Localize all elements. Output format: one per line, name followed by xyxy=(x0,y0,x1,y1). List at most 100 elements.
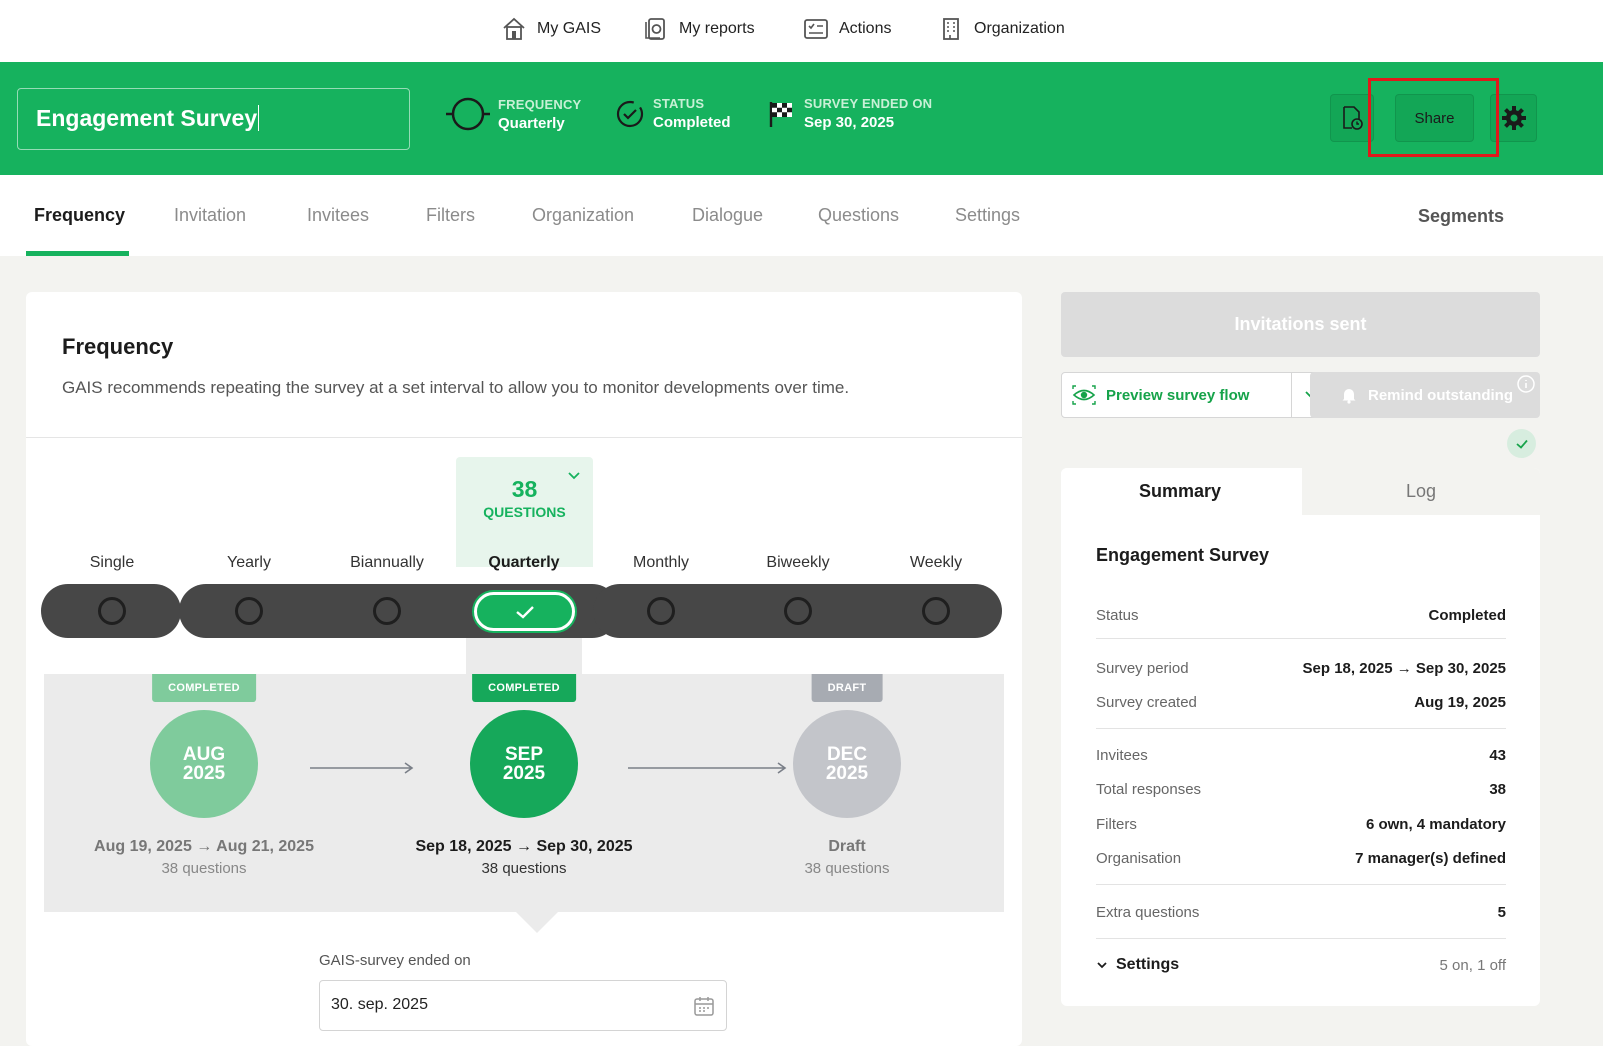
status-meta: STATUS Completed xyxy=(615,96,731,131)
row-value: Sep 18, 2025 → Sep 30, 2025 xyxy=(1302,660,1506,677)
period-questions: 38 questions xyxy=(481,860,567,877)
status-label: STATUS xyxy=(653,96,705,111)
tab-organization[interactable]: Organization xyxy=(532,205,634,226)
summary-title: Engagement Survey xyxy=(1096,545,1270,565)
period-year: 2025 xyxy=(502,763,546,784)
building-icon xyxy=(943,18,959,40)
tab-filters[interactable]: Filters xyxy=(426,205,475,226)
radio-weekly[interactable] xyxy=(922,597,950,625)
ended-date-input[interactable]: 30. sep. 2025 xyxy=(319,980,727,1031)
row-value: 43 xyxy=(1489,747,1506,764)
survey-title-input[interactable]: Engagement Survey xyxy=(17,88,410,150)
remind-outstanding-button[interactable]: Remind outstanding xyxy=(1310,372,1540,418)
summary-settings-toggle[interactable]: Settings 5 on, 1 off xyxy=(1096,956,1506,974)
frequency-icon xyxy=(446,97,490,131)
home-icon xyxy=(503,17,525,40)
period-questions: 38 questions xyxy=(161,860,247,877)
frequency-option-quarterly: Quarterly xyxy=(488,554,560,571)
tab-frequency[interactable]: Frequency xyxy=(34,205,125,226)
nav-my-reports[interactable]: My reports xyxy=(643,14,755,44)
tab-dialogue[interactable]: Dialogue xyxy=(692,205,763,226)
status-badge: COMPLETED xyxy=(152,674,256,702)
period-circle-aug[interactable]: AUG 2025 xyxy=(150,710,258,818)
summary-row-organisation: Organisation 7 manager(s) defined xyxy=(1096,850,1506,867)
radio-yearly[interactable] xyxy=(235,597,263,625)
status-check-icon xyxy=(616,100,644,127)
frequency-option-biweekly: Biweekly xyxy=(766,554,830,571)
question-count-label: QUESTIONS xyxy=(483,504,566,520)
divider xyxy=(1096,884,1506,885)
divider xyxy=(1096,728,1506,729)
segments-button[interactable]: Segments xyxy=(1418,206,1504,227)
summary-row-status: Status Completed xyxy=(1096,607,1506,624)
period-range: Sep 18, 2025 → Sep 30, 2025 xyxy=(415,838,633,855)
summary-row-created: Survey created Aug 19, 2025 xyxy=(1096,694,1506,711)
nav-label: Organization xyxy=(974,20,1065,37)
summary-row-invitees: Invitees 43 xyxy=(1096,747,1506,764)
tab-summary[interactable]: Summary xyxy=(1061,468,1299,515)
radio-biannually[interactable] xyxy=(373,597,401,625)
invitations-sent-button[interactable]: Invitations sent xyxy=(1061,292,1540,357)
row-value: 6 own, 4 mandatory xyxy=(1365,816,1506,833)
frequency-option-single: Single xyxy=(89,554,135,571)
frequency-option-biannually: Biannually xyxy=(350,554,424,571)
question-count-box[interactable]: 38 QUESTIONS xyxy=(456,457,593,567)
actions-icon xyxy=(804,19,828,39)
preview-survey-flow-button[interactable]: Preview survey flow xyxy=(1061,372,1292,418)
survey-title-value: Engagement Survey xyxy=(36,105,258,131)
frequency-card: Frequency GAIS recommends repeating the … xyxy=(26,292,1022,1046)
frequency-option-monthly: Monthly xyxy=(632,554,690,571)
timeline-pointer xyxy=(515,911,559,933)
radio-quarterly-selected[interactable] xyxy=(474,592,575,631)
nav-label: My reports xyxy=(679,20,755,37)
ended-date-value: 30. sep. 2025 xyxy=(331,996,428,1013)
settings-label: Settings xyxy=(1116,956,1180,973)
chevron-down-icon xyxy=(568,472,580,480)
radio-single[interactable] xyxy=(98,597,126,625)
info-icon[interactable] xyxy=(1516,374,1536,394)
survey-header: Engagement Survey FREQUENCY Quarterly ST… xyxy=(0,62,1603,175)
row-key: Organisation xyxy=(1096,850,1182,867)
frequency-option-yearly: Yearly xyxy=(227,554,271,571)
radio-biweekly[interactable] xyxy=(784,597,812,625)
period-circle-sep[interactable]: SEP 2025 xyxy=(470,710,578,818)
ended-value: Sep 30, 2025 xyxy=(804,114,895,131)
radio-monthly[interactable] xyxy=(647,597,675,625)
period-circle-dec[interactable]: DEC 2025 xyxy=(793,710,901,818)
arrow-right-icon xyxy=(628,762,787,774)
tab-questions[interactable]: Questions xyxy=(818,205,899,226)
tab-invitation[interactable]: Invitation xyxy=(174,205,246,226)
arrow-right-icon xyxy=(310,762,414,774)
row-key: Extra questions xyxy=(1096,904,1200,921)
row-value: Completed xyxy=(1428,607,1506,624)
eye-icon xyxy=(1072,385,1096,405)
status-badge: DRAFT xyxy=(811,674,883,702)
status-badge: COMPLETED xyxy=(472,674,576,702)
tab-invitees[interactable]: Invitees xyxy=(307,205,369,226)
calendar-icon[interactable] xyxy=(693,995,715,1017)
frequency-option-weekly: Weekly xyxy=(909,554,963,571)
highlight-box xyxy=(1368,78,1499,157)
row-key: Survey period xyxy=(1096,660,1189,677)
reports-icon xyxy=(645,18,665,40)
tab-settings[interactable]: Settings xyxy=(955,205,1020,226)
summary-card: Summary Log Engagement Survey Status Com… xyxy=(1061,468,1540,1006)
nav-actions[interactable]: Actions xyxy=(803,14,891,44)
nav-organization[interactable]: Organization xyxy=(938,14,1065,44)
tab-log[interactable]: Log xyxy=(1302,468,1540,515)
period-range: Draft xyxy=(828,838,866,855)
nav-my-gais[interactable]: My GAIS xyxy=(501,14,601,44)
ended-label: SURVEY ENDED ON xyxy=(804,96,933,111)
divider xyxy=(26,437,1022,438)
summary-row-period: Survey period Sep 18, 2025 → Sep 30, 202… xyxy=(1096,660,1506,677)
period-month: SEP xyxy=(504,744,544,765)
bell-icon xyxy=(1342,389,1356,404)
frequency-meta: FREQUENCY Quarterly xyxy=(446,96,581,132)
nav-label: Actions xyxy=(839,20,892,37)
summary-row-filters: Filters 6 own, 4 mandatory xyxy=(1096,816,1506,833)
row-value: Aug 19, 2025 xyxy=(1414,694,1506,711)
period-month: DEC xyxy=(826,744,868,765)
summary-row-extra-questions: Extra questions 5 xyxy=(1096,904,1506,921)
row-key: Invitees xyxy=(1096,747,1148,764)
summary-row-responses: Total responses 38 xyxy=(1096,781,1506,798)
